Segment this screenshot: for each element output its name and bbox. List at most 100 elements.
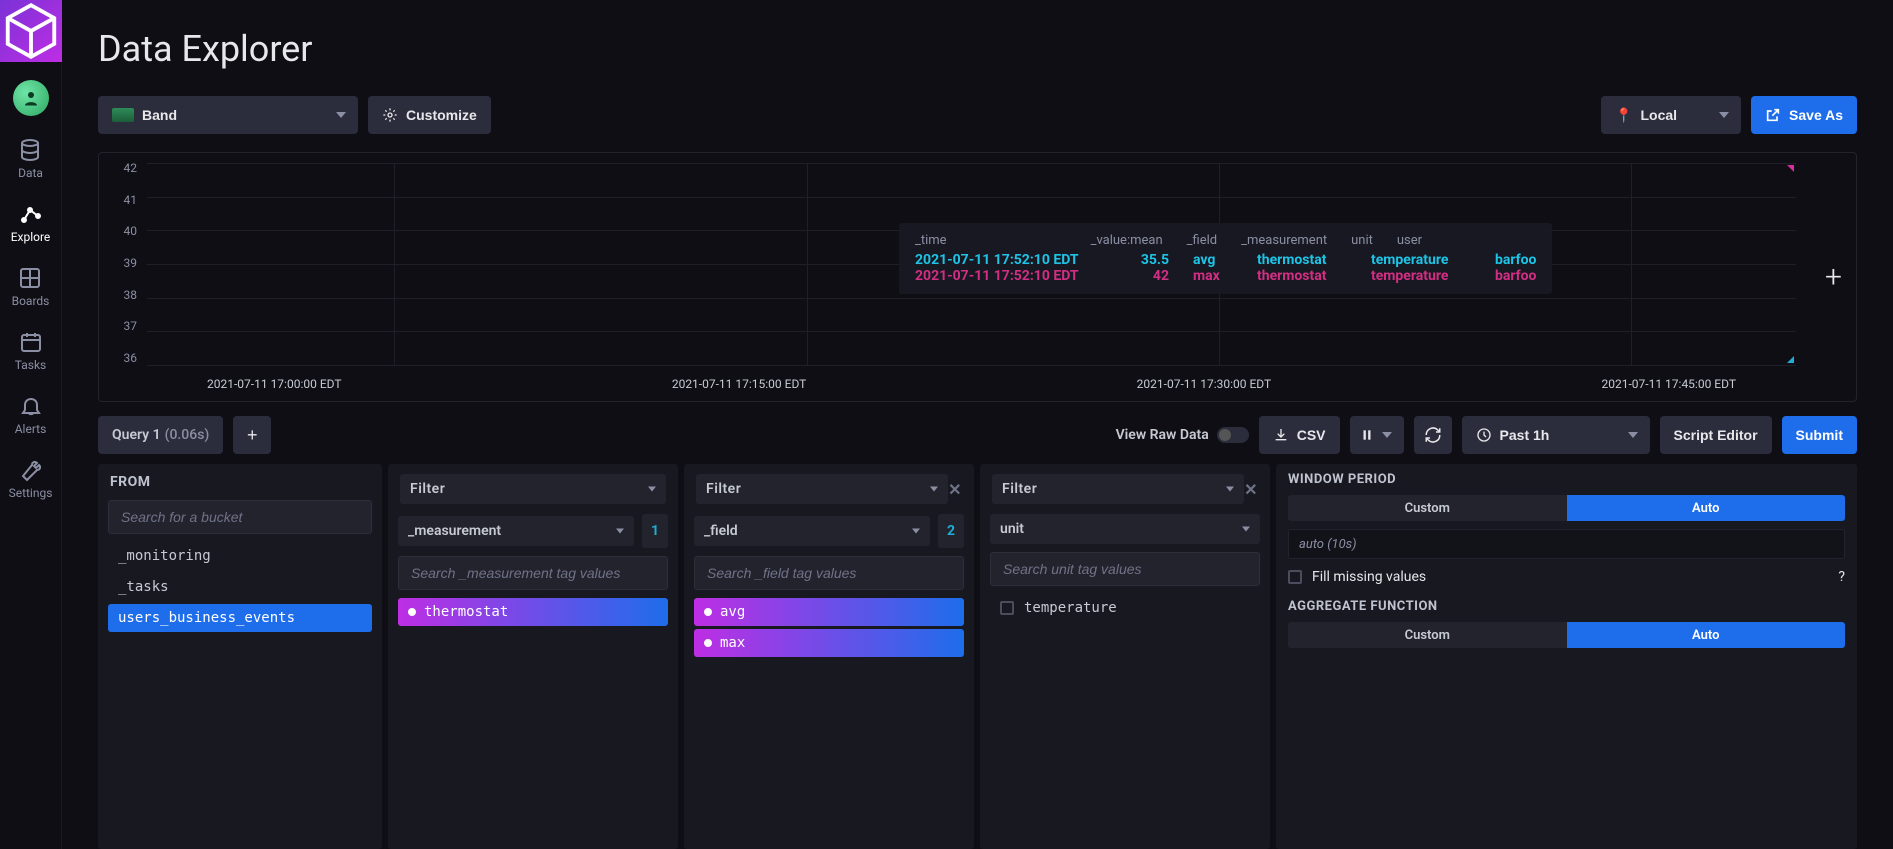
chart-area: 42 41 40 39 38 37 36 _time _value:mean _…	[98, 152, 1857, 402]
agg-custom-option[interactable]: Custom	[1288, 622, 1567, 648]
filter-key-select[interactable]: _field	[694, 516, 930, 546]
save-as-button[interactable]: Save As	[1751, 96, 1857, 134]
filter-value-selected[interactable]: thermostat	[398, 598, 668, 626]
gear-icon	[382, 107, 398, 123]
close-icon[interactable]: ✕	[1244, 480, 1258, 499]
checkbox-icon	[1000, 601, 1014, 615]
agg-function-toggle: Custom Auto	[1288, 622, 1845, 648]
filter-key-select[interactable]: unit	[990, 514, 1260, 544]
user-avatar[interactable]	[13, 80, 49, 116]
sidebar-item-tasks[interactable]: Tasks	[15, 330, 47, 372]
filter-value[interactable]: temperature	[990, 594, 1260, 622]
query-tab[interactable]: Query 1 (0.06s)	[98, 416, 223, 454]
tooltip-time: 2021-07-11 17:52:10 EDT	[915, 252, 1095, 268]
filter-key-select[interactable]: _measurement	[398, 516, 634, 546]
chart-x-axis: 2021-07-11 17:00:00 EDT 2021-07-11 17:15…	[147, 377, 1796, 391]
toggle-icon	[1217, 427, 1249, 443]
filter-value-selected[interactable]: avg	[694, 598, 964, 626]
main-content: Data Explorer Band Customize 📍 Local Sav…	[62, 0, 1893, 849]
x-tick: 2021-07-11 17:00:00 EDT	[207, 377, 342, 391]
y-tick: 38	[111, 288, 137, 302]
bell-icon	[19, 394, 43, 418]
chart-y-axis: 42 41 40 39 38 37 36	[111, 161, 137, 365]
timezone-select[interactable]: 📍 Local	[1601, 96, 1741, 134]
submit-button[interactable]: Submit	[1782, 416, 1857, 454]
fill-missing-toggle[interactable]: Fill missing values ?	[1276, 563, 1857, 591]
sidebar-item-alerts[interactable]: Alerts	[15, 394, 47, 436]
window-period-value: auto (10s)	[1288, 529, 1845, 559]
x-tick: 2021-07-11 17:30:00 EDT	[1137, 377, 1272, 391]
filter-search-input[interactable]	[398, 556, 668, 590]
filter-search-input[interactable]	[990, 552, 1260, 586]
filter-type-select[interactable]: Filter	[992, 474, 1244, 504]
sidebar-label: Settings	[9, 486, 53, 500]
builder-filter-column: Filter ✕ _field 2 avg max	[684, 464, 974, 849]
tooltip-user: barfoo	[1495, 268, 1536, 284]
bucket-search-input[interactable]	[108, 500, 372, 534]
dot-icon	[704, 639, 712, 647]
window-auto-option[interactable]: Auto	[1567, 495, 1846, 521]
refresh-pause-select[interactable]	[1350, 416, 1404, 454]
builder-from-column: FROM _monitoring _tasks users_business_e…	[98, 464, 382, 849]
filter-type-select[interactable]: Filter	[400, 474, 666, 504]
refresh-button[interactable]	[1414, 416, 1452, 454]
download-icon	[1273, 427, 1289, 443]
customize-button[interactable]: Customize	[368, 96, 491, 134]
tooltip-col: user	[1397, 233, 1422, 248]
script-editor-button[interactable]: Script Editor	[1660, 416, 1772, 454]
database-icon	[18, 138, 42, 162]
sidebar-item-data[interactable]: Data	[18, 138, 43, 180]
bucket-item[interactable]: _tasks	[108, 573, 372, 601]
tooltip-col: _field	[1187, 233, 1217, 248]
add-cell-button[interactable]: +	[1825, 260, 1842, 295]
bucket-list: _monitoring _tasks users_business_events	[108, 542, 372, 632]
query-toolbar: Query 1 (0.06s) + View Raw Data CSV Past…	[98, 416, 1857, 454]
tooltip-user: barfoo	[1495, 252, 1536, 268]
grid-icon	[18, 266, 42, 290]
fill-missing-label: Fill missing values	[1312, 569, 1426, 585]
page-title: Data Explorer	[98, 28, 1857, 70]
viz-type-select[interactable]: Band	[98, 96, 358, 134]
tooltip-row: 2021-07-11 17:52:10 EDT 35.5 avg thermos…	[915, 252, 1536, 268]
bucket-item[interactable]: _monitoring	[108, 542, 372, 570]
sidebar-item-settings[interactable]: Settings	[9, 458, 53, 500]
sidebar-label: Alerts	[15, 422, 47, 436]
filter-key-label: _measurement	[408, 523, 501, 539]
y-tick: 41	[111, 193, 137, 207]
dot-icon	[704, 608, 712, 616]
customize-label: Customize	[406, 107, 477, 123]
filter-type-select[interactable]: Filter	[696, 474, 948, 504]
filter-value-selected[interactable]: max	[694, 629, 964, 657]
y-tick: 40	[111, 224, 137, 238]
csv-export-button[interactable]: CSV	[1259, 416, 1340, 454]
add-query-button[interactable]: +	[233, 416, 271, 454]
filter-count-badge: 1	[642, 514, 668, 548]
app-logo[interactable]	[0, 0, 62, 62]
help-icon[interactable]: ?	[1838, 569, 1845, 585]
bucket-item-selected[interactable]: users_business_events	[108, 604, 372, 632]
csv-label: CSV	[1297, 427, 1326, 443]
script-editor-label: Script Editor	[1674, 427, 1758, 443]
filter-search-input[interactable]	[694, 556, 964, 590]
agg-auto-option[interactable]: Auto	[1567, 622, 1846, 648]
filter-header: Filter ✕	[684, 464, 974, 514]
y-tick: 36	[111, 351, 137, 365]
window-custom-option[interactable]: Custom	[1288, 495, 1567, 521]
explore-icon	[19, 202, 43, 226]
window-period-title: WINDOW PERIOD	[1276, 464, 1857, 491]
sidebar-item-explore[interactable]: Explore	[11, 202, 51, 244]
viz-toolbar: Band Customize 📍 Local Save As	[98, 96, 1857, 134]
filter-label: Filter	[410, 481, 445, 497]
sidebar-label: Data	[18, 166, 43, 180]
wrench-icon	[18, 458, 42, 482]
agg-function-label: AGGREGATE FUNCTION	[1288, 599, 1438, 614]
tooltip-field: avg	[1193, 252, 1233, 268]
person-icon	[22, 89, 40, 107]
tooltip-col: unit	[1351, 233, 1373, 248]
close-icon[interactable]: ✕	[948, 480, 962, 499]
view-raw-toggle[interactable]: View Raw Data	[1116, 427, 1249, 443]
tooltip-value: 35.5	[1119, 252, 1169, 268]
viz-type-label: Band	[142, 107, 177, 123]
time-range-select[interactable]: Past 1h	[1462, 416, 1650, 454]
sidebar-item-boards[interactable]: Boards	[12, 266, 50, 308]
